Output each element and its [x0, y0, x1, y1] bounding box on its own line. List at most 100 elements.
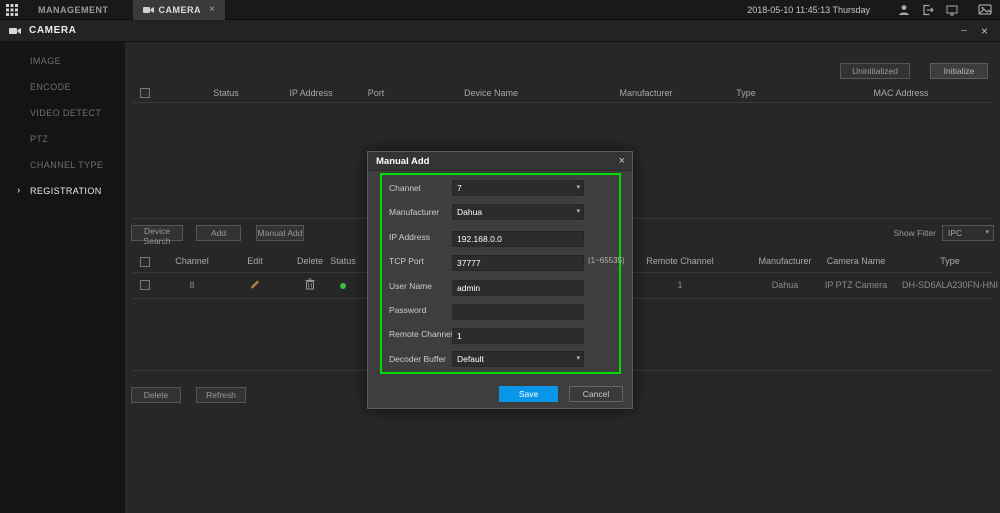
manual-add-button[interactable]: Manual Add: [256, 225, 304, 241]
user-icon[interactable]: [898, 4, 910, 16]
chevron-down-icon: ▾: [576, 181, 580, 195]
sidebar-item-encode[interactable]: ENCODE: [0, 74, 125, 100]
delete-button[interactable]: Delete: [131, 387, 181, 403]
datetime: 2018-05-10 11:45:13 Thursday: [747, 5, 870, 15]
column-header: IP Address: [289, 88, 332, 98]
highlight-region: Channel 7 ▾ Manufacturer Dahua ▾ IP Addr…: [380, 173, 621, 374]
form-row: IP Address: [382, 229, 619, 245]
dialog-titlebar: Manual Add ×: [368, 152, 632, 171]
cancel-button[interactable]: Cancel: [569, 386, 623, 402]
tab-close-icon[interactable]: ×: [209, 4, 215, 15]
show-filter-select[interactable]: IPC ▾: [942, 225, 994, 241]
status-dot: [340, 283, 346, 289]
manual-add-dialog: Manual Add × Channel 7 ▾ Manufacturer Da…: [367, 151, 633, 409]
minimize-icon[interactable]: –: [961, 25, 967, 36]
app-window: MANAGEMENT CAMERA × 2018-05-10 11:45:13 …: [0, 0, 1000, 513]
chevron-down-icon: ▾: [576, 205, 580, 219]
column-header: Delete: [297, 256, 323, 266]
row-channel: 8: [189, 280, 194, 290]
field-label: Password: [389, 302, 426, 318]
row-manufacturer: Dahua: [772, 280, 799, 290]
management-tab[interactable]: MANAGEMENT: [28, 0, 119, 20]
column-header: Edit: [247, 256, 263, 266]
sidebar-item-label: VIDEO DETECT: [30, 108, 101, 118]
form-row: TCP Port (1~65535): [382, 253, 619, 269]
sidebar-item-image[interactable]: IMAGE: [0, 48, 125, 74]
topbar-right: 2018-05-10 11:45:13 Thursday: [747, 4, 1000, 16]
close-icon[interactable]: ×: [981, 24, 988, 38]
column-header: Type: [736, 88, 756, 98]
sidebar-item-ptz[interactable]: PTZ: [0, 126, 125, 152]
remote-channel-input[interactable]: [452, 328, 584, 344]
modal-close-icon[interactable]: ×: [619, 152, 625, 171]
column-header: Camera Name: [827, 256, 886, 266]
uninitialized-button[interactable]: Uninitialized: [840, 63, 910, 79]
username-input[interactable]: [452, 280, 584, 296]
save-button[interactable]: Save: [499, 386, 558, 402]
chevron-down-icon: ▾: [985, 226, 989, 240]
channel-value: 7: [457, 183, 462, 193]
manufacturer-value: Dahua: [457, 207, 482, 217]
window-controls: – ×: [961, 24, 1000, 38]
channel-select[interactable]: 7 ▾: [452, 180, 584, 196]
add-button[interactable]: Add: [196, 225, 241, 241]
column-header: Status: [213, 88, 239, 98]
ip-address-input[interactable]: [452, 231, 584, 247]
column-header: Type: [940, 256, 960, 266]
row-camera-name: IP PTZ Camera: [825, 280, 887, 290]
camera-icon: [9, 27, 21, 35]
field-label: Remote Channel: [389, 326, 453, 342]
page-title: CAMERA: [29, 25, 77, 36]
display-output-icon[interactable]: [978, 4, 992, 16]
tab-camera[interactable]: CAMERA ×: [133, 0, 225, 20]
select-all-checkbox[interactable]: [140, 88, 150, 98]
dialog-title: Manual Add: [376, 152, 429, 171]
field-label: Decoder Buffer: [389, 351, 446, 367]
tab-camera-label: CAMERA: [159, 5, 202, 15]
password-input[interactable]: [452, 304, 584, 320]
column-header: Device Name: [464, 88, 518, 98]
field-label: Channel: [389, 180, 421, 196]
sidebar-item-channel-type[interactable]: CHANNEL TYPE: [0, 152, 125, 178]
sidebar-item-label: IMAGE: [30, 56, 61, 66]
decoder-buffer-value: Default: [457, 354, 484, 364]
sidebar-item-video-detect[interactable]: VIDEO DETECT: [0, 100, 125, 126]
manufacturer-select[interactable]: Dahua ▾: [452, 204, 584, 220]
chevron-down-icon: ▾: [576, 352, 580, 366]
column-header: Manufacturer: [758, 256, 811, 266]
field-label: IP Address: [389, 229, 430, 245]
logout-icon[interactable]: [922, 4, 934, 16]
field-label: TCP Port: [389, 253, 424, 269]
device-search-button[interactable]: Device Search: [131, 225, 183, 241]
system-info-icon[interactable]: [946, 4, 958, 16]
show-filter-label: Show Filter: [893, 228, 936, 238]
camera-icon: [143, 6, 154, 14]
initialize-button[interactable]: Initialize: [930, 63, 988, 79]
row-checkbox[interactable]: [140, 280, 150, 290]
row-type: DH-SD6ALA230FN-HNI: [902, 280, 998, 290]
apps-grid-icon[interactable]: [6, 4, 18, 16]
form-row: Password: [382, 302, 619, 318]
delete-icon[interactable]: [305, 278, 316, 290]
form-row: Remote Channel: [382, 326, 619, 342]
column-header: Port: [368, 88, 385, 98]
form-row: Manufacturer Dahua ▾: [382, 204, 619, 220]
edit-icon[interactable]: [250, 279, 261, 290]
sidebar-item-label: REGISTRATION: [30, 186, 102, 196]
tcp-port-input[interactable]: [452, 255, 584, 271]
sidebar: IMAGE ENCODE VIDEO DETECT PTZ CHANNEL TY…: [0, 42, 125, 513]
form-row: User Name: [382, 278, 619, 294]
field-label: User Name: [389, 278, 432, 294]
divider: [133, 102, 992, 103]
sidebar-item-label: CHANNEL TYPE: [30, 160, 103, 170]
column-header: Remote Channel: [646, 256, 714, 266]
decoder-buffer-select[interactable]: Default ▾: [452, 351, 584, 367]
chevron-right-icon: ›: [17, 178, 21, 204]
refresh-button[interactable]: Refresh: [196, 387, 246, 403]
sidebar-item-registration[interactable]: › REGISTRATION: [0, 178, 125, 204]
tcp-port-hint: (1~65535): [588, 253, 625, 269]
row-remote-channel: 1: [677, 280, 682, 290]
column-header: Manufacturer: [619, 88, 672, 98]
sidebar-item-label: ENCODE: [30, 82, 71, 92]
select-all-checkbox[interactable]: [140, 257, 150, 267]
